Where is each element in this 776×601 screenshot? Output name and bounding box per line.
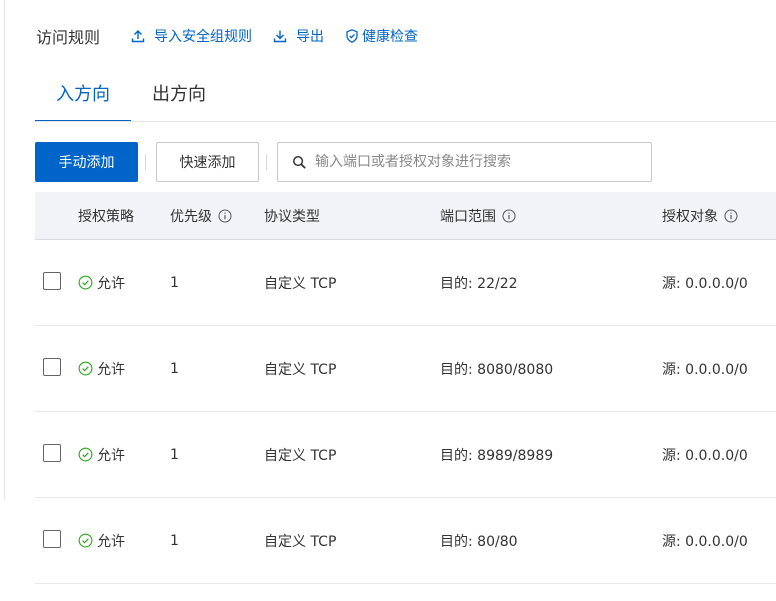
table-header: 授权策略 优先级 协议类型 端口范围 授权对象: [35, 192, 776, 240]
health-check-label: 健康检查: [362, 29, 419, 45]
cell-protocol: 自定义 TCP: [264, 275, 337, 292]
table-row: 允许 1 自定义 TCP 目的: 80/80 源: 0.0.0.0/0: [35, 498, 776, 584]
cell-policy: 允许: [78, 412, 125, 497]
search-icon: [292, 155, 307, 170]
column-header-port: 端口范围: [440, 192, 516, 239]
cell-protocol: 自定义 TCP: [264, 361, 337, 378]
cell-priority: 1: [170, 532, 179, 549]
info-icon[interactable]: [218, 209, 232, 223]
column-label: 端口范围: [440, 208, 496, 225]
column-label: 协议类型: [264, 208, 320, 225]
import-rules-label: 导入安全组规则: [154, 29, 253, 45]
column-header-object: 授权对象: [662, 192, 738, 239]
download-icon: [272, 28, 288, 44]
table-row: 允许 1 自定义 TCP 目的: 8989/8989 源: 0.0.0.0/0: [35, 412, 776, 498]
column-header-priority: 优先级: [170, 192, 232, 239]
cell-object: 源: 0.0.0.0/0: [662, 533, 748, 550]
cell-policy: 允许: [78, 326, 125, 411]
check-circle-icon: [78, 533, 93, 548]
cell-priority: 1: [170, 274, 179, 291]
policy-text: 允许: [97, 533, 125, 550]
cell-priority: 1: [170, 446, 179, 463]
cell-object: 源: 0.0.0.0/0: [662, 447, 748, 464]
tab-outbound[interactable]: 出方向: [131, 80, 227, 122]
search-input[interactable]: [313, 153, 637, 171]
cell-priority: 1: [170, 360, 179, 377]
policy-text: 允许: [97, 447, 125, 464]
check-circle-icon: [78, 275, 93, 290]
column-label: 授权策略: [78, 208, 134, 225]
column-header-policy: 授权策略: [78, 192, 134, 239]
info-icon[interactable]: [502, 209, 516, 223]
direction-tabs: 入方向 出方向: [35, 80, 227, 122]
policy-text: 允许: [97, 275, 125, 292]
row-checkbox[interactable]: [43, 530, 61, 548]
column-label: 优先级: [170, 208, 212, 225]
shield-check-icon: [344, 28, 360, 44]
policy-text: 允许: [97, 361, 125, 378]
rules-header: 访问规则 导入安全组规则 导出 健康检查: [36, 24, 438, 48]
row-checkbox[interactable]: [43, 272, 61, 290]
export-label: 导出: [296, 29, 325, 45]
row-checkbox[interactable]: [43, 358, 61, 376]
import-rules-link[interactable]: 导入安全组规则: [130, 26, 252, 46]
column-label: 授权对象: [662, 208, 718, 225]
health-check-link[interactable]: 健康检查: [344, 26, 418, 46]
table-row: 允许 1 自定义 TCP 目的: 22/22 源: 0.0.0.0/0: [35, 240, 776, 326]
toolbar-separator: [145, 154, 146, 170]
export-link[interactable]: 导出: [272, 26, 324, 46]
cell-policy: 允许: [78, 498, 125, 583]
quick-add-button[interactable]: 快速添加: [156, 142, 259, 182]
info-icon[interactable]: [724, 209, 738, 223]
check-circle-icon: [78, 447, 93, 462]
toolbar-separator: [266, 154, 267, 170]
cell-protocol: 自定义 TCP: [264, 447, 337, 464]
cell-object: 源: 0.0.0.0/0: [662, 361, 748, 378]
cell-protocol: 自定义 TCP: [264, 533, 337, 550]
tabs-divider: [35, 121, 776, 122]
tab-inbound[interactable]: 入方向: [35, 80, 131, 122]
cell-port: 目的: 8080/8080: [440, 361, 554, 378]
check-circle-icon: [78, 361, 93, 376]
search-box[interactable]: [277, 142, 652, 182]
table-row: 允许 1 自定义 TCP 目的: 8080/8080 源: 0.0.0.0/0: [35, 326, 776, 412]
cell-policy: 允许: [78, 240, 125, 325]
upload-icon: [130, 28, 146, 44]
column-header-protocol: 协议类型: [264, 192, 320, 239]
page-title: 访问规则: [36, 28, 101, 47]
cell-port: 目的: 80/80: [440, 533, 518, 550]
cell-port: 目的: 8989/8989: [440, 447, 554, 464]
manual-add-button[interactable]: 手动添加: [35, 142, 138, 182]
panel-left-border: [4, 0, 5, 500]
cell-object: 源: 0.0.0.0/0: [662, 275, 748, 292]
row-checkbox[interactable]: [43, 444, 61, 462]
cell-port: 目的: 22/22: [440, 275, 518, 292]
